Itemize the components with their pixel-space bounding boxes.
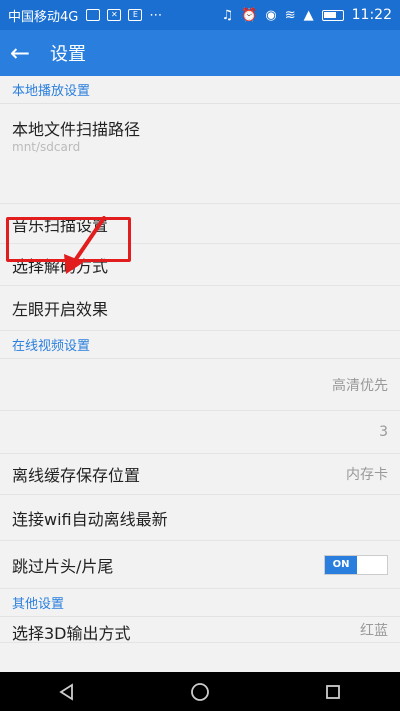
setting-value: 红蓝 xyxy=(360,623,388,639)
home-nav-icon[interactable] xyxy=(185,677,215,707)
clock: 11:22 xyxy=(351,7,392,23)
app-bar: ← 设置 xyxy=(0,30,400,76)
setting-value: 3 xyxy=(379,424,388,440)
status-bar: 中国移动4G ✕ E ⋯ ♫ ⏰ ◉ ≋ ▲ 11:22 xyxy=(0,0,400,30)
setting-subtext: mnt/sdcard xyxy=(12,140,81,154)
alarm-icon: ⏰ xyxy=(241,7,258,23)
setting-label: 选择3D输出方式 xyxy=(12,624,131,643)
setting-left-eye[interactable]: 左眼开启效果 xyxy=(0,286,400,331)
section-header-online: 在线视频设置 xyxy=(0,331,400,359)
back-arrow-icon[interactable]: ← xyxy=(10,41,38,65)
app-notification-icon: E xyxy=(128,9,143,21)
carrier-name: 中国移动4G xyxy=(8,9,79,25)
setting-skip-intro[interactable]: 跳过片头/片尾 ON xyxy=(0,541,400,589)
notification-icon xyxy=(86,9,101,21)
setting-label: 本地文件扫描路径 xyxy=(12,120,141,139)
setting-value: 内存卡 xyxy=(346,467,388,483)
setting-cache-location[interactable]: 离线缓存保存位置 内存卡 xyxy=(0,454,400,495)
skip-intro-toggle[interactable]: ON xyxy=(324,554,388,575)
setting-label: 连接wifi自动离线最新 xyxy=(12,509,168,529)
setting-3d-output[interactable]: 选择3D输出方式 红蓝 xyxy=(0,617,400,643)
setting-quality[interactable]: 高清优先 xyxy=(0,359,400,411)
eye-icon: ◉ xyxy=(265,7,277,23)
setting-count[interactable]: 3 xyxy=(0,411,400,454)
setting-label: 离线缓存保存位置 xyxy=(12,466,141,485)
recents-nav-icon[interactable] xyxy=(318,677,348,707)
settings-list[interactable]: 本地播放设置 本地文件扫描路径 mnt/sdcard 音乐扫描设置 选择解码方式… xyxy=(0,76,400,672)
navigation-bar xyxy=(0,672,400,711)
close-notification-icon: ✕ xyxy=(107,9,122,21)
signal-icon: ▲ xyxy=(303,7,314,23)
headphones-icon: ♫ xyxy=(221,7,234,23)
page-title: 设置 xyxy=(50,44,86,65)
annotation-arrow-icon xyxy=(64,216,106,274)
section-header-other: 其他设置 xyxy=(0,589,400,617)
wifi-icon: ≋ xyxy=(284,7,296,23)
toggle-on-label: ON xyxy=(325,555,357,574)
dots-icon: ⋯ xyxy=(149,7,163,23)
battery-icon xyxy=(321,9,344,21)
back-nav-icon[interactable] xyxy=(52,677,82,707)
setting-label: 左眼开启效果 xyxy=(12,300,109,319)
setting-scan-path[interactable]: 本地文件扫描路径 mnt/sdcard xyxy=(0,104,400,204)
section-header-local: 本地播放设置 xyxy=(0,76,400,104)
setting-label: 跳过片头/片尾 xyxy=(12,556,114,576)
setting-value: 高清优先 xyxy=(332,377,388,394)
setting-wifi-offline[interactable]: 连接wifi自动离线最新 xyxy=(0,495,400,541)
